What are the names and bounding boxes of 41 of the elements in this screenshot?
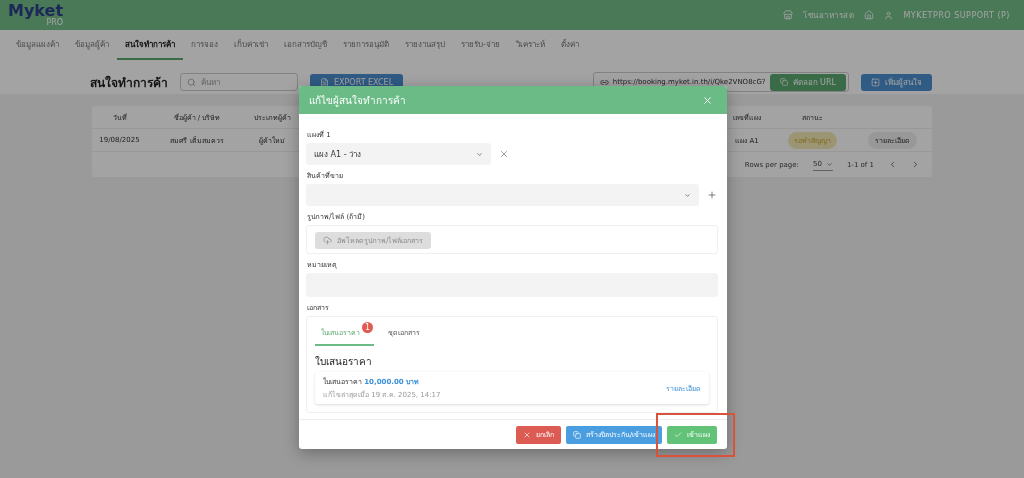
market-name[interactable]: โซนอาหารสด xyxy=(803,8,855,22)
dropdown-icon xyxy=(825,160,833,168)
nav-tab[interactable]: วิเคราะห์ xyxy=(507,30,553,60)
user-name[interactable]: MYKETPRO SUPPORT (P) xyxy=(903,10,1010,20)
home-icon[interactable] xyxy=(864,10,875,20)
nav-tab[interactable]: รายรับ-จ่าย xyxy=(453,30,508,60)
nav-tab[interactable]: ข้อมูลผู้ค้า xyxy=(67,30,117,60)
copy-icon xyxy=(572,430,581,439)
myket-logo: Myket PRO xyxy=(8,3,64,27)
close-icon xyxy=(522,430,531,439)
dialog-title: แก้ไขผู้สนใจทำการค้า xyxy=(309,93,406,108)
nav-tab[interactable]: เอกสารบัญชี xyxy=(276,30,335,60)
nav-tab[interactable]: ตั้งค่า xyxy=(552,30,587,60)
copy-icon xyxy=(779,78,788,86)
search-field[interactable]: ค้นหา xyxy=(180,73,298,91)
add-icon[interactable] xyxy=(707,190,717,200)
check-icon xyxy=(674,430,682,439)
nav-tab[interactable]: การจอง xyxy=(183,30,226,60)
add-interested-button[interactable]: เพิ่มผู้สนใจ xyxy=(861,73,932,91)
close-icon[interactable] xyxy=(702,94,713,106)
dropdown-icon xyxy=(684,191,691,199)
next-page-icon[interactable] xyxy=(911,160,920,169)
section-title: ใบเสนอราคา xyxy=(315,355,373,369)
clear-icon[interactable] xyxy=(499,149,509,159)
store-icon xyxy=(783,10,794,20)
document-icon xyxy=(320,77,329,87)
copy-url-button[interactable]: คัดลอก URL xyxy=(769,73,846,91)
link-icon xyxy=(599,77,609,87)
nav-tab[interactable]: รายการอนุมัติ xyxy=(335,30,397,60)
nav-tab[interactable]: เก็บค่าเช่า xyxy=(226,30,276,60)
dropdown-icon xyxy=(476,150,483,158)
previous-page-icon[interactable] xyxy=(888,160,897,169)
page-title: สนใจทำการค้า xyxy=(90,74,168,92)
stall-select[interactable]: แผง A1 - ว่าง xyxy=(306,143,491,165)
search-icon xyxy=(187,77,196,87)
nav-tab[interactable]: ข้อมูลแผงค้า xyxy=(8,30,67,60)
nav-tab[interactable]: รายงานสรุป xyxy=(397,30,453,60)
user-icon xyxy=(884,10,894,20)
plus-icon xyxy=(871,77,880,87)
cloud-upload-icon xyxy=(323,236,332,245)
count-badge: 1 xyxy=(362,322,373,333)
